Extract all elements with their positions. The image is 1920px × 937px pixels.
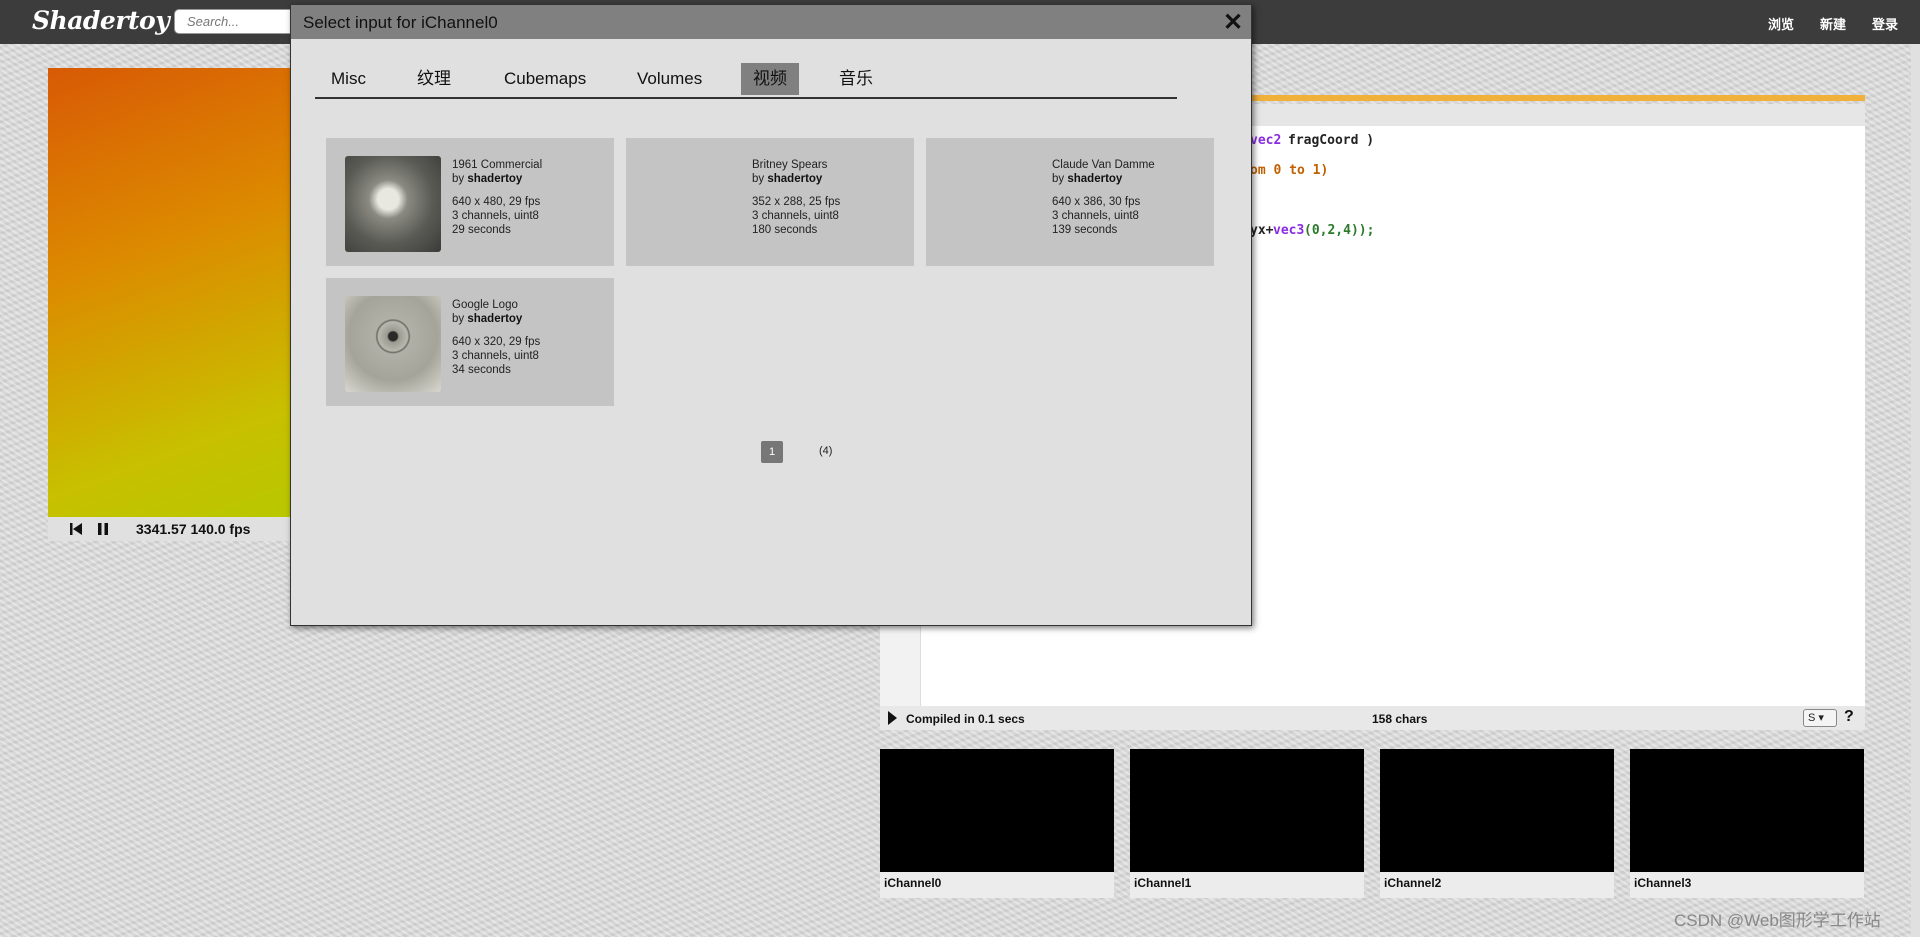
asset-author: shadertoy <box>467 313 523 325</box>
code-token: (0,2,4)); <box>1304 223 1375 238</box>
shader-canvas[interactable] <box>48 68 292 517</box>
nav-browse[interactable]: 浏览 <box>1768 14 1794 33</box>
char-count: 158 chars <box>1372 712 1428 726</box>
asset-resolution: 640 x 480, 29 fps <box>452 196 541 208</box>
asset-author-line: by shadertoy <box>1052 172 1155 186</box>
tab-misc[interactable]: Misc <box>319 63 378 95</box>
video-asset-card[interactable]: Britney Spears by shadertoy 352 x 288, 2… <box>626 138 914 266</box>
tab-textures[interactable]: 纹理 <box>405 63 463 95</box>
asset-channels: 3 channels, uint8 <box>752 210 839 222</box>
shadertoy-logo[interactable]: Shadertoy <box>32 6 170 35</box>
close-icon[interactable]: ✕ <box>1223 8 1243 37</box>
channel-slot-1[interactable]: iChannel1 <box>1130 749 1364 898</box>
player-controls: 3341.57 140.0 fps <box>48 517 292 541</box>
channel-label: iChannel0 <box>884 876 942 890</box>
by-label: by <box>452 313 465 325</box>
asset-resolution: 352 x 288, 25 fps <box>752 196 841 208</box>
by-label: by <box>1052 173 1065 185</box>
channel-slot-0[interactable]: iChannel0 <box>880 749 1114 898</box>
asset-duration: 34 seconds <box>452 364 511 376</box>
pagination-current-page[interactable]: 1 <box>761 441 783 463</box>
asset-duration: 29 seconds <box>452 224 511 236</box>
pagination-total[interactable]: (4) <box>819 445 832 457</box>
asset-duration: 139 seconds <box>1052 224 1118 236</box>
tab-cubemaps[interactable]: Cubemaps <box>492 63 598 95</box>
tab-videos[interactable]: 视频 <box>741 63 799 95</box>
fps-value: 140.0 fps <box>190 521 251 537</box>
tab-volumes[interactable]: Volumes <box>625 63 714 95</box>
video-asset-card[interactable]: 1961 Commercial by shadertoy 640 x 480, … <box>326 138 614 266</box>
channel-label: iChannel3 <box>1634 876 1692 890</box>
asset-channels: 3 channels, uint8 <box>452 210 539 222</box>
font-size-value: S <box>1808 712 1816 724</box>
channel-thumbnail[interactable] <box>1380 749 1614 872</box>
time-value: 3341.57 <box>136 521 187 537</box>
code-token: yx+ <box>1250 223 1274 238</box>
asset-duration: 180 seconds <box>752 224 818 236</box>
rewind-icon[interactable] <box>70 523 82 535</box>
asset-name: 1961 Commercial <box>452 159 543 171</box>
compile-status: Compiled in 0.1 secs <box>906 712 1025 726</box>
asset-author-line: by shadertoy <box>452 312 540 326</box>
channel-slot-2[interactable]: iChannel2 <box>1380 749 1614 898</box>
by-label: by <box>452 173 465 185</box>
channel-thumbnail[interactable] <box>880 749 1114 872</box>
page-scrollbar[interactable] <box>1911 44 1920 937</box>
time-fps-readout: 3341.57 140.0 fps <box>136 521 250 537</box>
asset-name: Google Logo <box>452 299 518 311</box>
video-asset-card[interactable]: Google Logo by shadertoy 640 x 320, 29 f… <box>326 278 614 406</box>
asset-author-line: by shadertoy <box>752 172 840 186</box>
input-category-tabs: Misc 纹理 Cubemaps Volumes 视频 音乐 <box>315 61 1177 99</box>
compile-play-icon[interactable] <box>888 711 897 725</box>
dialog-titlebar: Select input for iChannel0 ✕ <box>291 5 1251 39</box>
asset-resolution: 640 x 320, 29 fps <box>452 336 541 348</box>
tab-music[interactable]: 音乐 <box>827 63 885 95</box>
asset-info: 1961 Commercial by shadertoy 640 x 480, … <box>452 158 542 237</box>
asset-info: Britney Spears by shadertoy 352 x 288, 2… <box>752 158 840 237</box>
video-asset-card[interactable]: Claude Van Damme by shadertoy 640 x 386,… <box>926 138 1214 266</box>
nav-login[interactable]: 登录 <box>1872 14 1898 33</box>
channel-slot-3[interactable]: iChannel3 <box>1630 749 1864 898</box>
channel-thumbnail[interactable] <box>1630 749 1864 872</box>
select-input-dialog: Select input for iChannel0 ✕ Misc 纹理 Cub… <box>290 4 1252 626</box>
font-size-select[interactable]: S ▾ <box>1803 709 1837 727</box>
channel-label: iChannel1 <box>1134 876 1192 890</box>
asset-name: Britney Spears <box>752 159 828 171</box>
asset-name: Claude Van Damme <box>1052 159 1155 171</box>
video-preview-thumbnail <box>345 296 441 392</box>
asset-resolution: 640 x 386, 30 fps <box>1052 196 1141 208</box>
code-token: fragCoord ) <box>1288 133 1375 148</box>
by-label: by <box>752 173 765 185</box>
asset-author: shadertoy <box>467 173 523 185</box>
code-token: vec2 <box>1250 133 1282 148</box>
asset-info: Claude Van Damme by shadertoy 640 x 386,… <box>1052 158 1155 237</box>
asset-author: shadertoy <box>767 173 823 185</box>
code-token: vec3 <box>1273 223 1305 238</box>
pause-icon[interactable] <box>97 523 109 535</box>
channel-label: iChannel2 <box>1384 876 1442 890</box>
dialog-title: Select input for iChannel0 <box>303 13 498 32</box>
video-preview-thumbnail <box>345 156 441 252</box>
asset-channels: 3 channels, uint8 <box>452 350 539 362</box>
asset-info: Google Logo by shadertoy 640 x 320, 29 f… <box>452 298 540 377</box>
asset-author-line: by shadertoy <box>452 172 542 186</box>
code-token: om 0 to 1) <box>1250 163 1329 178</box>
asset-channels: 3 channels, uint8 <box>1052 210 1139 222</box>
nav-new[interactable]: 新建 <box>1820 14 1846 33</box>
channel-thumbnail[interactable] <box>1130 749 1364 872</box>
editor-status-bar: Compiled in 0.1 secs 158 chars S ▾ ? <box>880 706 1865 730</box>
help-icon[interactable]: ? <box>1844 708 1854 726</box>
asset-author: shadertoy <box>1067 173 1123 185</box>
watermark: CSDN @Web图形学工作站 <box>1674 911 1881 930</box>
search-input[interactable] <box>174 9 302 34</box>
